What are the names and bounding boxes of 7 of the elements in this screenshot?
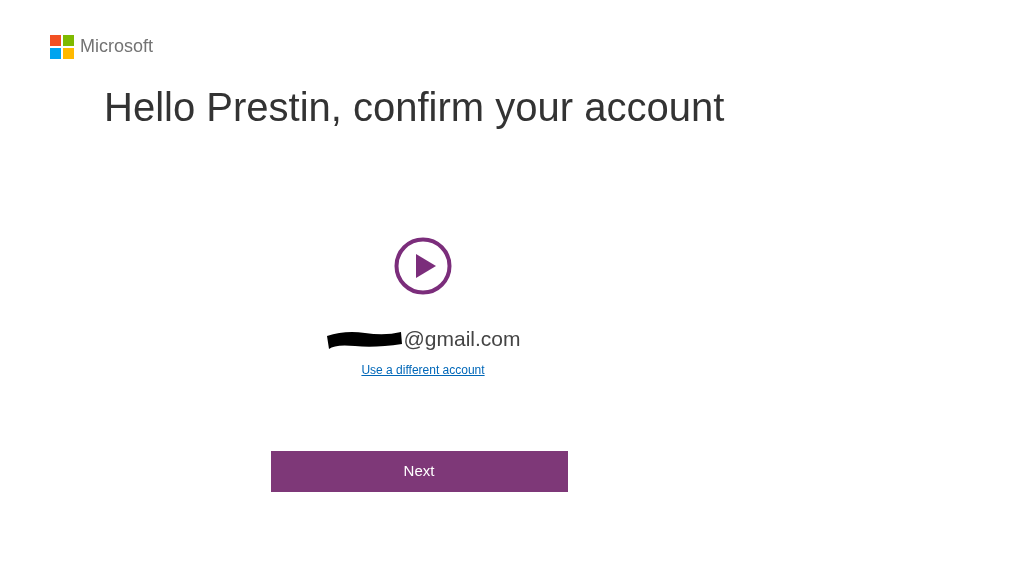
play-icon	[394, 237, 452, 295]
next-button[interactable]: Next	[270, 450, 568, 492]
page-heading: Hello Prestin, confirm your account	[104, 84, 725, 131]
microsoft-logo-icon	[50, 34, 74, 59]
use-different-account-link[interactable]: Use a different account	[361, 360, 485, 379]
email-address: @gmail.com	[403, 326, 521, 352]
brand-name: Microsoft	[80, 35, 153, 58]
